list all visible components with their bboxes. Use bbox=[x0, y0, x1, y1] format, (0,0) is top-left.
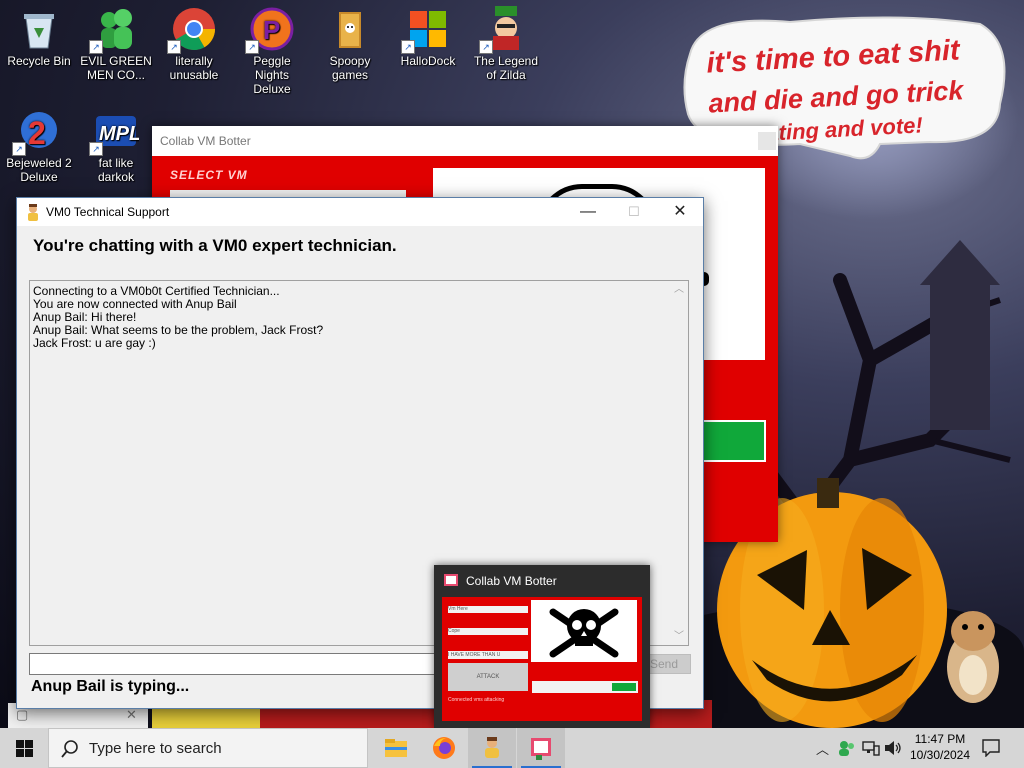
clock-time: 11:47 PM bbox=[914, 732, 966, 746]
skull-crossbones-icon bbox=[549, 608, 619, 658]
close-button[interactable]: ✕ bbox=[657, 198, 703, 226]
hamster-image bbox=[947, 611, 999, 703]
preview-footer-text: Connected vms attacking bbox=[448, 697, 505, 703]
shortcut-arrow-icon: ↗ bbox=[401, 40, 415, 54]
svg-text:2: 2 bbox=[28, 115, 46, 151]
svg-text:P: P bbox=[263, 15, 280, 45]
taskbar-search-box[interactable]: Type here to search bbox=[48, 728, 368, 768]
technician-avatar-icon bbox=[28, 204, 38, 221]
desktop-icon-spoopy-games[interactable]: Spoopy games bbox=[313, 6, 387, 82]
recycle-bin-icon bbox=[16, 6, 62, 52]
firefox-icon bbox=[433, 737, 455, 759]
bejeweled-icon: 2 ↗ bbox=[12, 108, 62, 156]
shortcut-arrow-icon: ↗ bbox=[89, 40, 103, 54]
scroll-up-icon[interactable]: ︿ bbox=[674, 283, 684, 296]
shortcut-arrow-icon: ↗ bbox=[479, 40, 493, 54]
messenger-tray-icon[interactable] bbox=[838, 739, 856, 757]
shortcut-arrow-icon: ↗ bbox=[89, 142, 103, 156]
preview-title: Collab VM Botter bbox=[466, 574, 557, 588]
preview-progress-fill bbox=[612, 683, 636, 691]
desktop-icon-label: Recycle Bin bbox=[7, 54, 71, 68]
progress-bar bbox=[700, 420, 766, 462]
taskbar-collab-botter[interactable] bbox=[517, 728, 565, 768]
green-men-icon: ↗ bbox=[89, 6, 139, 54]
taskbar: Type here to search ︿ 11:47 PM 10/30/202… bbox=[0, 728, 1024, 768]
shortcut-arrow-icon: ↗ bbox=[167, 40, 181, 54]
typing-status: Anup Bail is typing... bbox=[31, 678, 190, 695]
preview-thumbnail: Vm Here Cope I HAVE MORE THAN U ATTACK C… bbox=[442, 597, 642, 721]
progress-bar-fill bbox=[700, 422, 764, 460]
chat-heading: You're chatting with a VM0 expert techni… bbox=[33, 236, 397, 255]
search-placeholder: Type here to search bbox=[89, 740, 222, 757]
mpl-icon: MPL ↗ bbox=[89, 108, 139, 156]
taskbar-tech-support[interactable] bbox=[468, 728, 516, 768]
desktop-icon-label: The Legend of Zilda bbox=[473, 54, 539, 82]
shortcut-arrow-icon: ↗ bbox=[12, 142, 26, 156]
peggle-icon: P ↗ bbox=[245, 6, 295, 54]
tech-support-icon bbox=[485, 737, 499, 758]
windows-logo-icon: ↗ bbox=[401, 6, 451, 54]
preview-field-2: Cope bbox=[448, 628, 528, 635]
volume-icon[interactable] bbox=[884, 740, 902, 756]
collab-botter-taskbar-preview[interactable]: Collab VM Botter Vm Here Cope I HAVE MOR… bbox=[434, 565, 650, 728]
desktop-icon-fat-like-darkok[interactable]: MPL ↗ fat like darkok bbox=[79, 108, 153, 184]
preview-field-3: I HAVE MORE THAN U bbox=[448, 651, 528, 659]
desktop-icon-label: fat like darkok bbox=[97, 156, 135, 184]
chat-window-title: VM0 Technical Support bbox=[46, 205, 170, 219]
select-vm-label: SELECT VM bbox=[170, 168, 248, 182]
collab-window-title: Collab VM Botter bbox=[160, 134, 251, 148]
chat-title-bar[interactable]: VM0 Technical Support — ☐ ✕ bbox=[17, 198, 703, 226]
collab-title-bar[interactable]: Collab VM Botter bbox=[152, 126, 778, 156]
notification-icon[interactable] bbox=[982, 739, 1000, 757]
minimize-button[interactable]: — bbox=[565, 198, 611, 226]
preview-progress bbox=[532, 681, 638, 693]
desktop-icon-label: Spoopy games bbox=[329, 54, 371, 82]
chat-log-scrollbar[interactable]: ︿ ﹀ bbox=[671, 281, 688, 645]
preview-field-1: Vm Here bbox=[448, 606, 528, 613]
chrome-icon: ↗ bbox=[167, 6, 217, 54]
desktop-icon-label: Bejeweled 2 Deluxe bbox=[6, 156, 72, 184]
collab-close-button[interactable] bbox=[758, 132, 776, 150]
desktop-icon-hallodock[interactable]: ↗ HalloDock bbox=[391, 6, 465, 68]
preview-attack-button: ATTACK bbox=[448, 663, 528, 691]
file-explorer-icon bbox=[385, 739, 407, 757]
taskbar-file-explorer[interactable] bbox=[372, 728, 420, 768]
maximize-button[interactable]: ☐ bbox=[611, 198, 657, 226]
desktop-icon-label: EVIL GREEN MEN CO... bbox=[80, 54, 152, 82]
clock-date: 10/30/2024 bbox=[909, 748, 971, 762]
collab-botter-icon bbox=[531, 738, 551, 760]
search-icon bbox=[61, 740, 78, 758]
zelda-icon: ↗ bbox=[479, 6, 529, 54]
desktop-icon-peggle[interactable]: P ↗ Peggle Nights Deluxe bbox=[235, 6, 309, 96]
desktop-icon-label: HalloDock bbox=[400, 54, 456, 68]
start-button[interactable] bbox=[16, 740, 33, 757]
system-clock[interactable]: 11:47 PM 10/30/2024 bbox=[906, 731, 974, 763]
chevron-up-icon[interactable]: ︿ bbox=[816, 739, 829, 758]
desktop-icon-evil-green-men[interactable]: ↗ EVIL GREEN MEN CO... bbox=[79, 6, 153, 82]
preview-skull-panel bbox=[531, 600, 637, 662]
desktop-icon-label: Peggle Nights Deluxe bbox=[253, 54, 291, 96]
desktop-icon-legend-of-zilda[interactable]: ↗ The Legend of Zilda bbox=[469, 6, 543, 82]
desktop-icon-recycle-bin[interactable]: Recycle Bin bbox=[2, 6, 76, 68]
network-icon[interactable] bbox=[862, 740, 880, 756]
shortcut-arrow-icon: ↗ bbox=[245, 40, 259, 54]
scroll-down-icon[interactable]: ﹀ bbox=[674, 630, 684, 643]
svg-text:MPL: MPL bbox=[99, 123, 139, 145]
collab-botter-icon bbox=[444, 574, 458, 586]
taskbar-firefox[interactable] bbox=[420, 728, 468, 768]
desktop-icon-chrome[interactable]: ↗ literally unusable bbox=[157, 6, 231, 82]
desktop-icon-bejeweled[interactable]: 2 ↗ Bejeweled 2 Deluxe bbox=[2, 108, 76, 184]
chat-log-line: Jack Frost: u are gay :) bbox=[33, 336, 156, 350]
folder-icon bbox=[327, 6, 373, 52]
desktop-icon-label: literally unusable bbox=[169, 54, 219, 82]
